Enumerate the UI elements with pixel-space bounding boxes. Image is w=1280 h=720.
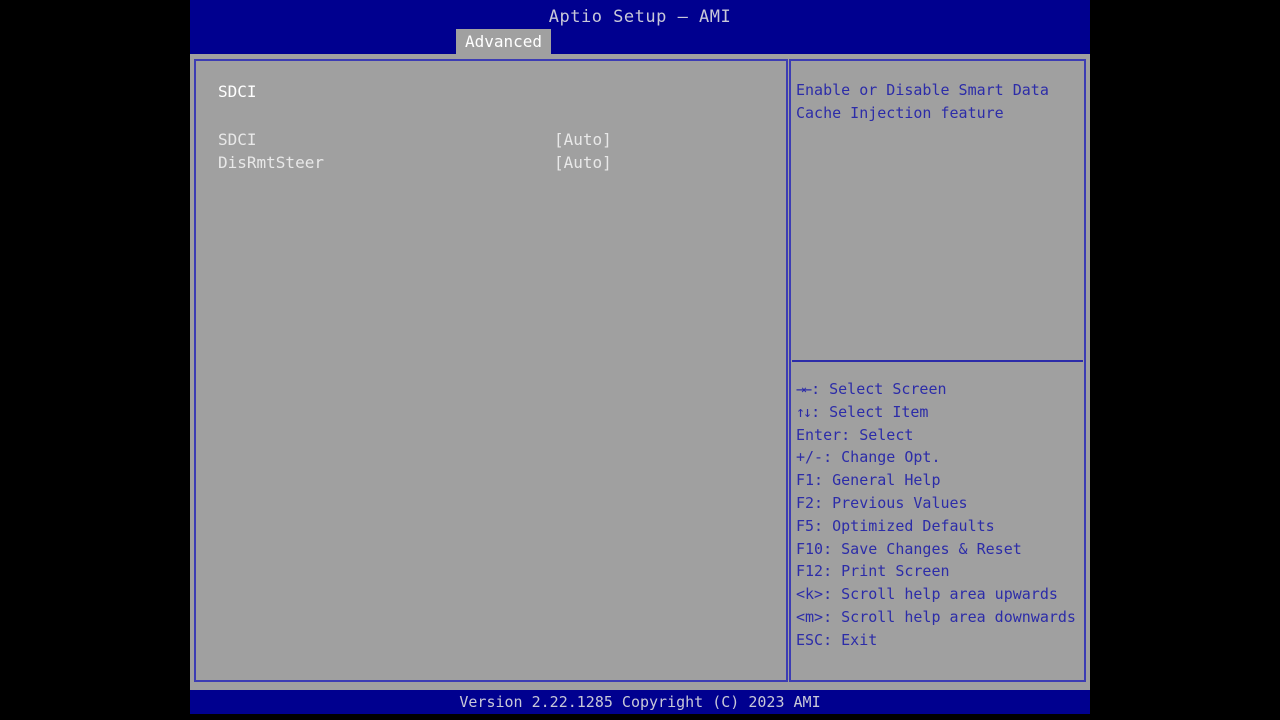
legend-row-select-screen: →←: Select Screen — [796, 378, 1079, 401]
left-right-arrow-icon: →← — [796, 380, 812, 398]
legend-label: : Select Item — [811, 402, 929, 421]
help-description: Enable or Disable Smart Data Cache Injec… — [796, 81, 1058, 122]
legend-row-previous-values: F2: Previous Values — [796, 493, 968, 512]
footer-bar: Version 2.22.1285 Copyright (C) 2023 AMI — [190, 690, 1090, 714]
panel-area: SDCI SDCI [Auto] DisRmtSteer [Auto] Enab… — [190, 54, 1090, 690]
legend-row-print-screen: F12: Print Screen — [796, 562, 950, 581]
option-value[interactable]: [Auto] — [554, 128, 612, 151]
option-label: DisRmtSteer — [218, 153, 324, 172]
tab-advanced[interactable]: Advanced — [456, 29, 552, 54]
legend-row-scroll-help-down: <m>: Scroll help area downwards — [796, 607, 1076, 626]
legend-row-general-help: F1: General Help — [796, 471, 941, 490]
settings-panel: SDCI SDCI [Auto] DisRmtSteer [Auto] — [194, 59, 788, 682]
legend-row-change-opt: +/-: Change Opt. — [796, 448, 941, 467]
tab-strip: Advanced — [190, 29, 1090, 54]
bios-setup-screen: Aptio Setup – AMI Advanced SDCI SDCI [Au… — [190, 0, 1090, 714]
legend-row-save-changes-reset: F10: Save Changes & Reset — [796, 539, 1022, 558]
legend-row-select-item: ↑↓: Select Item — [796, 401, 1079, 424]
section-title: SDCI — [218, 82, 257, 101]
option-label: SDCI — [218, 130, 257, 149]
legend-row-scroll-help-up: <k>: Scroll help area upwards — [796, 585, 1058, 604]
up-down-arrow-icon: ↑↓ — [796, 402, 812, 421]
title-bar: Aptio Setup – AMI Advanced — [190, 0, 1090, 54]
option-row-sdci[interactable]: SDCI [Auto] — [196, 128, 786, 151]
help-panel: Enable or Disable Smart Data Cache Injec… — [789, 59, 1086, 682]
key-legend: →←: Select Screen ↑↓: Select Item Enter:… — [791, 378, 1084, 652]
option-value[interactable]: [Auto] — [554, 151, 612, 174]
legend-row-enter-select: Enter: Select — [796, 425, 914, 444]
legend-label: : Select Screen — [811, 380, 947, 398]
page-title: Aptio Setup – AMI — [548, 7, 732, 27]
option-list: SDCI [Auto] DisRmtSteer [Auto] — [196, 128, 786, 174]
help-divider — [792, 360, 1083, 362]
legend-row-exit: ESC: Exit — [796, 630, 878, 649]
version-text: Version 2.22.1285 Copyright (C) 2023 AMI — [459, 693, 821, 711]
option-row-disrmtsteer[interactable]: DisRmtSteer [Auto] — [196, 151, 786, 174]
legend-row-optimized-defaults: F5: Optimized Defaults — [796, 516, 995, 535]
